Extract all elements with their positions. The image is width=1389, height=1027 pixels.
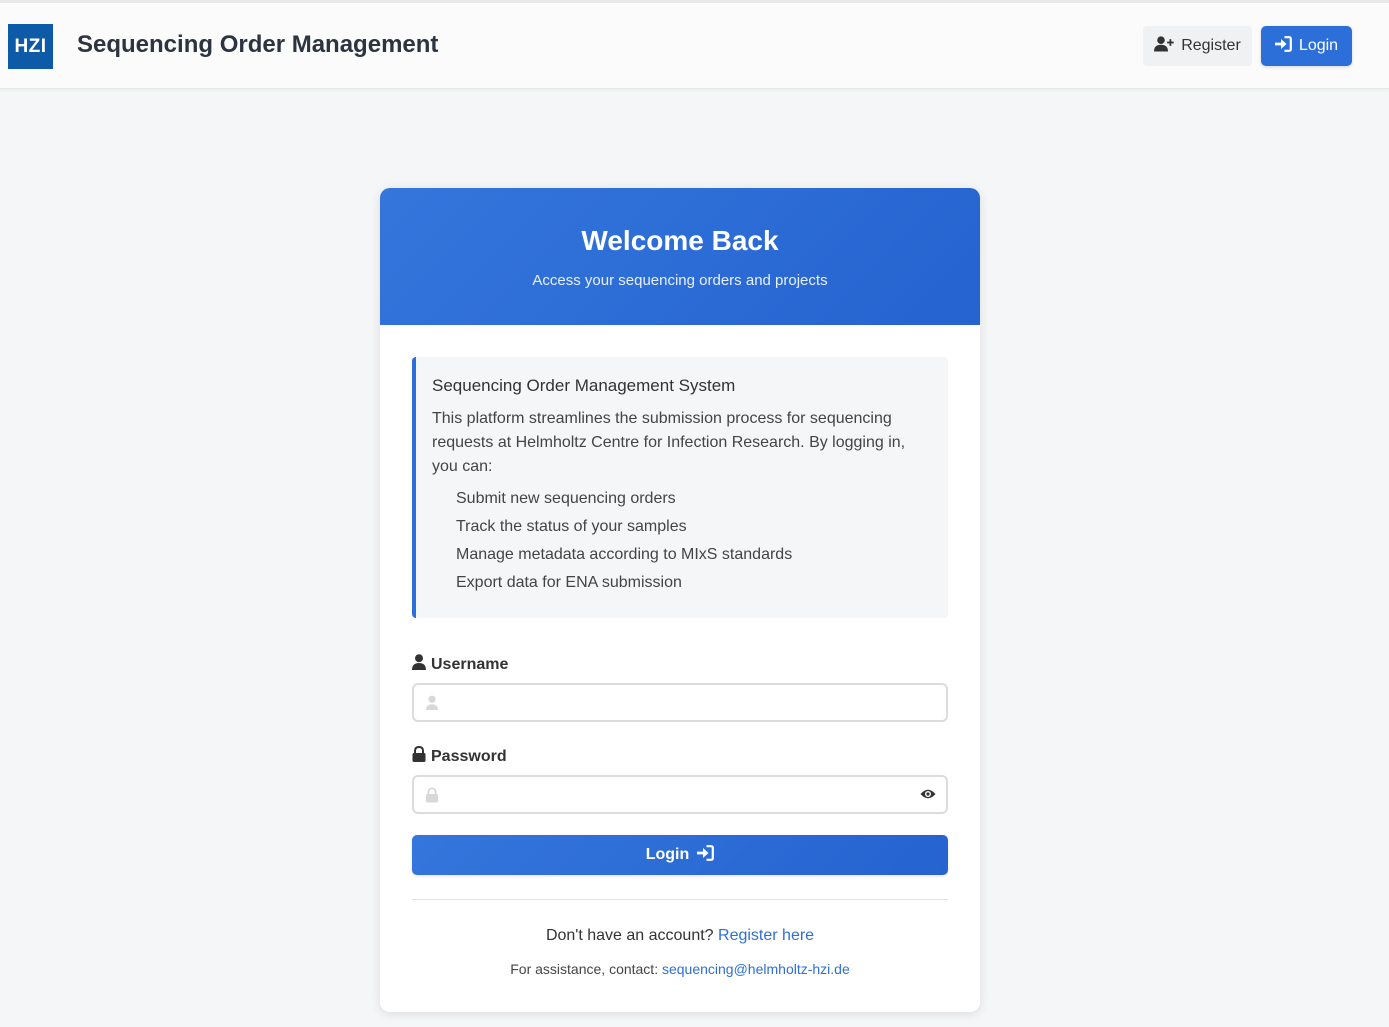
username-input[interactable] [450, 685, 900, 720]
info-description: This platform streamlines the submission… [432, 410, 906, 475]
card-header: Welcome Back Access your sequencing orde… [380, 188, 980, 325]
feature-list-item: Export data for ENA submission [456, 574, 682, 591]
login-submit-label: Login [645, 846, 690, 863]
hzi-logo[interactable]: HZI [8, 24, 53, 69]
username-label-text: Username [431, 655, 509, 673]
user-plus-icon [1154, 35, 1174, 57]
navbar: HZI Sequencing Order Management Register… [0, 3, 1389, 89]
feature-list-item: Manage metadata according to MIxS standa… [456, 546, 793, 563]
password-input[interactable] [450, 777, 900, 812]
username-label: Username [412, 654, 508, 675]
password-label-text: Password [431, 747, 507, 765]
user-icon [412, 654, 426, 675]
user-icon [425, 695, 439, 716]
register-button[interactable]: Register [1143, 26, 1252, 66]
contact-email-link[interactable]: sequencing@helmholtz-hzi.de [662, 961, 850, 977]
lock-icon [425, 787, 439, 808]
login-card: Welcome Back Access your sequencing orde… [380, 188, 980, 1012]
contact-line: For assistance, contact: sequencing@helm… [380, 961, 980, 977]
password-field[interactable] [412, 775, 948, 814]
lock-icon [412, 745, 426, 767]
feature-list-item: Track the status of your samples [456, 518, 687, 535]
register-link[interactable]: Register here [718, 927, 814, 944]
password-label: Password [412, 745, 507, 767]
eye-icon[interactable] [920, 787, 936, 806]
card-subtitle: Access your sequencing orders and projec… [532, 272, 828, 289]
feature-list: Submit new sequencing orders Track the s… [456, 487, 792, 599]
info-title: Sequencing Order Management System [432, 376, 736, 395]
contact-text: For assistance, contact: [510, 961, 659, 977]
nav-login-button[interactable]: Login [1261, 26, 1352, 66]
register-button-label: Register [1181, 37, 1241, 54]
divider [412, 899, 948, 900]
sign-in-icon [1274, 35, 1292, 57]
login-submit-button[interactable]: Login [412, 835, 948, 875]
nav-login-label: Login [1298, 37, 1339, 54]
feature-list-item: Submit new sequencing orders [456, 490, 676, 507]
no-account-line: Don't have an account? Register here [380, 927, 980, 945]
app-title[interactable]: Sequencing Order Management [77, 31, 438, 59]
card-title: Welcome Back [581, 225, 779, 256]
no-account-text: Don't have an account? [545, 927, 714, 944]
username-field[interactable] [412, 683, 948, 722]
info-box: Sequencing Order Management System This … [412, 357, 948, 618]
sign-in-icon [697, 844, 715, 866]
